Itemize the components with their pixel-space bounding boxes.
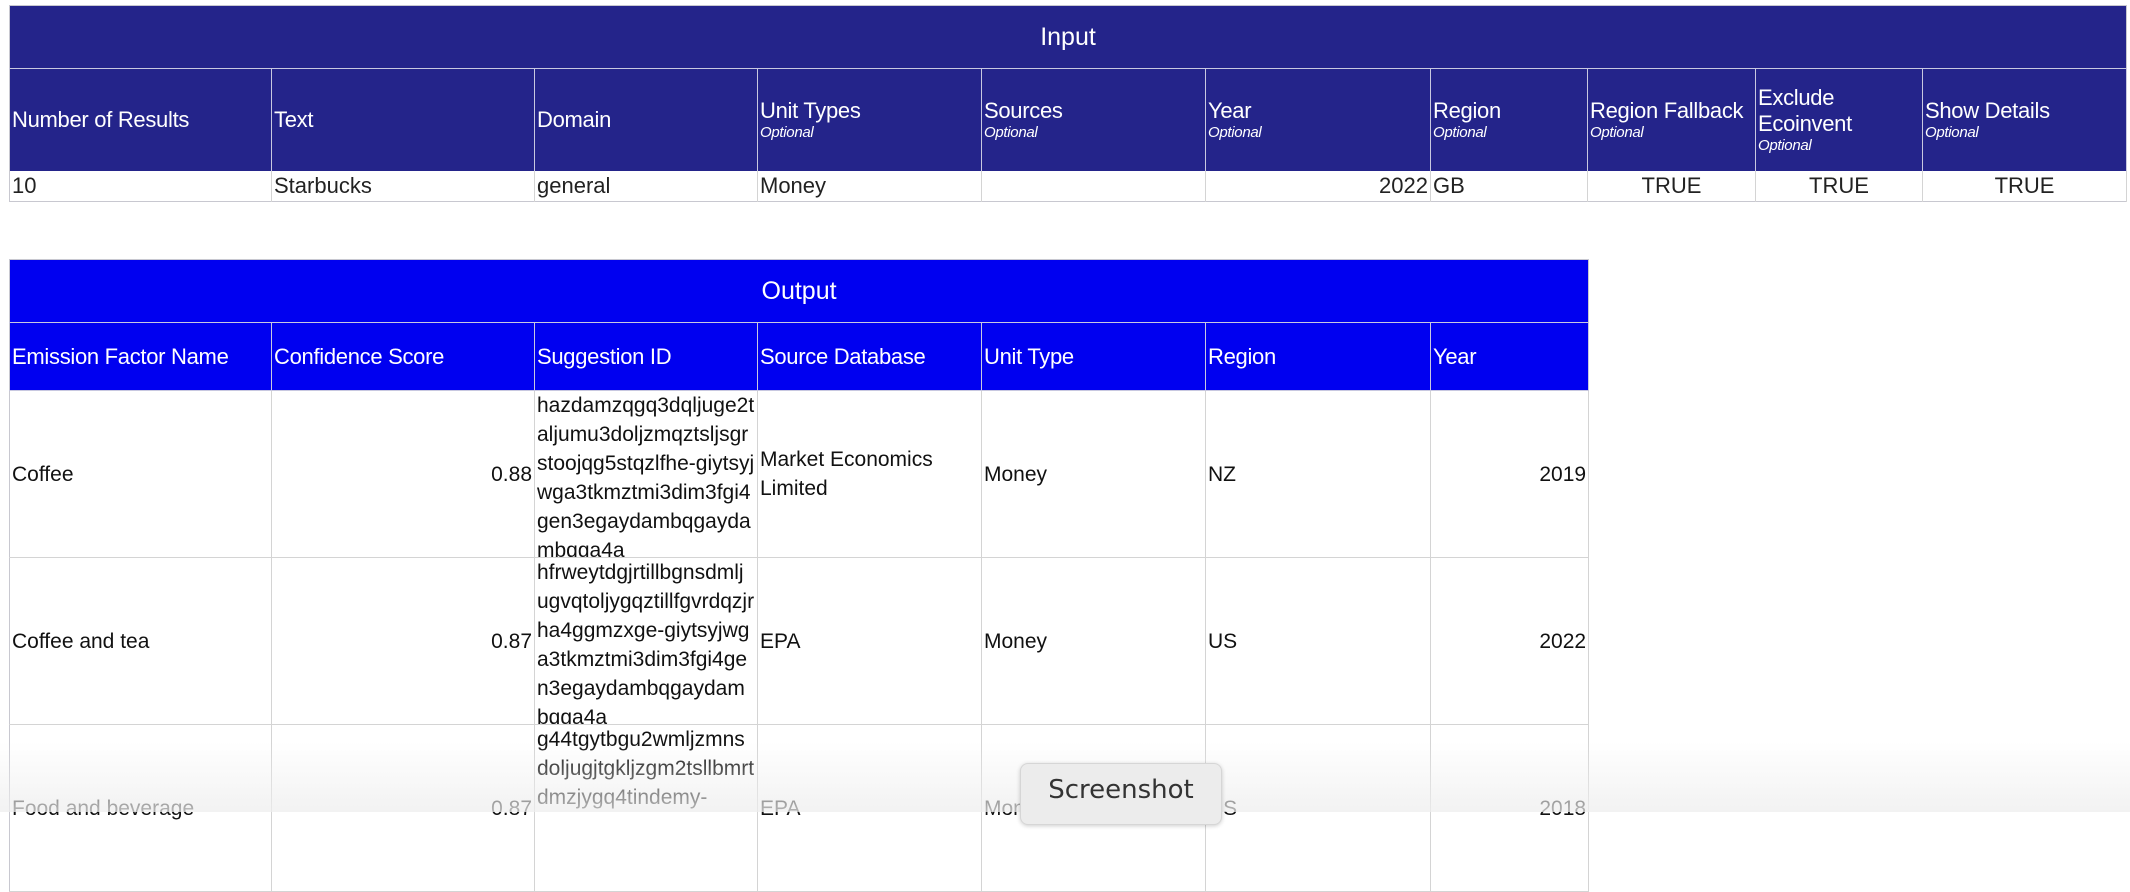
year-cell[interactable]: 2018 xyxy=(1430,724,1590,892)
confidence-score-cell[interactable]: 0.87 xyxy=(271,724,535,892)
input-header-text: Text xyxy=(271,68,535,171)
output-header-suggestion-id: Suggestion ID xyxy=(534,322,758,391)
input-header-region: Region Optional xyxy=(1430,68,1588,171)
source-database-cell[interactable]: EPA xyxy=(757,557,982,725)
suggestion-id-cell[interactable]: g44tgytbgu2wmljzmnsdoljugjtgkljzgm2tsllb… xyxy=(534,724,758,892)
region-cell[interactable]: NZ xyxy=(1205,390,1431,558)
optional-label: Optional xyxy=(1758,137,1812,154)
confidence-score-cell[interactable]: 0.88 xyxy=(271,390,535,558)
confidence-score-cell[interactable]: 0.87 xyxy=(271,557,535,725)
unit-type-cell[interactable]: Money xyxy=(981,557,1206,725)
input-values-row: 10 Starbucks general Money 2022 GB TRUE … xyxy=(9,171,2128,202)
input-header-show-details: Show Details Optional xyxy=(1922,68,2128,171)
output-title: Output xyxy=(9,259,1589,323)
output-header-year: Year xyxy=(1430,322,1590,391)
input-sources-cell[interactable] xyxy=(981,171,1206,202)
output-header-emission-factor-name: Emission Factor Name xyxy=(9,322,272,391)
table-row: Coffee 0.88 hazdamzqgq3dqljuge2taljumu3d… xyxy=(9,390,1590,558)
emission-factor-name-cell[interactable]: Food and beverage xyxy=(9,724,272,892)
emission-factor-name-cell[interactable]: Coffee and tea xyxy=(9,557,272,725)
input-title: Input xyxy=(9,5,2127,69)
input-table: Input Number of Results Text Domain Unit… xyxy=(9,5,2128,202)
optional-label: Optional xyxy=(1208,124,1262,141)
input-text-cell[interactable]: Starbucks xyxy=(271,171,535,202)
input-header-sources: Sources Optional xyxy=(981,68,1206,171)
input-header-domain: Domain xyxy=(534,68,758,171)
region-cell[interactable]: US xyxy=(1205,724,1431,892)
input-show-details-cell[interactable]: TRUE xyxy=(1922,171,2128,202)
output-table: Output Emission Factor Name Confidence S… xyxy=(9,259,1590,892)
output-header-unit-type: Unit Type xyxy=(981,322,1206,391)
screenshot-tooltip[interactable]: Screenshot xyxy=(1020,763,1222,825)
source-database-cell[interactable]: Market Economics Limited xyxy=(757,390,982,558)
input-header-region-fallback: Region Fallback Optional xyxy=(1587,68,1756,171)
suggestion-id-cell[interactable]: hfrweytdgjrtillbgnsdmljugvqtoljygqztillf… xyxy=(534,557,758,725)
input-header-exclude-ecoinvent: Exclude Ecoinvent Optional xyxy=(1755,68,1923,171)
input-unit-types-cell[interactable]: Money xyxy=(757,171,982,202)
region-cell[interactable]: US xyxy=(1205,557,1431,725)
year-cell[interactable]: 2022 xyxy=(1430,557,1590,725)
output-header-region: Region xyxy=(1205,322,1431,391)
emission-factor-name-cell[interactable]: Coffee xyxy=(9,390,272,558)
suggestion-id-cell[interactable]: hazdamzqgq3dqljuge2taljumu3doljzmqztsljs… xyxy=(534,390,758,558)
optional-label: Optional xyxy=(1433,124,1487,141)
input-domain-cell[interactable]: general xyxy=(534,171,758,202)
input-header-number-of-results: Number of Results xyxy=(9,68,272,171)
input-exclude-ecoinvent-cell[interactable]: TRUE xyxy=(1755,171,1923,202)
input-year-cell[interactable]: 2022 xyxy=(1205,171,1431,202)
input-number-of-results-cell[interactable]: 10 xyxy=(9,171,272,202)
unit-type-cell[interactable]: Money xyxy=(981,390,1206,558)
source-database-cell[interactable]: EPA xyxy=(757,724,982,892)
input-region-fallback-cell[interactable]: TRUE xyxy=(1587,171,1756,202)
output-header-source-database: Source Database xyxy=(757,322,982,391)
input-header-year: Year Optional xyxy=(1205,68,1431,171)
table-row: Food and beverage 0.87 g44tgytbgu2wmljzm… xyxy=(9,724,1590,892)
input-header-unit-types: Unit Types Optional xyxy=(757,68,982,171)
output-header-confidence-score: Confidence Score xyxy=(271,322,535,391)
optional-label: Optional xyxy=(1925,124,1979,141)
optional-label: Optional xyxy=(760,124,814,141)
input-region-cell[interactable]: GB xyxy=(1430,171,1588,202)
year-cell[interactable]: 2019 xyxy=(1430,390,1590,558)
optional-label: Optional xyxy=(984,124,1038,141)
table-row: Coffee and tea 0.87 hfrweytdgjrtillbgnsd… xyxy=(9,557,1590,725)
optional-label: Optional xyxy=(1590,124,1644,141)
